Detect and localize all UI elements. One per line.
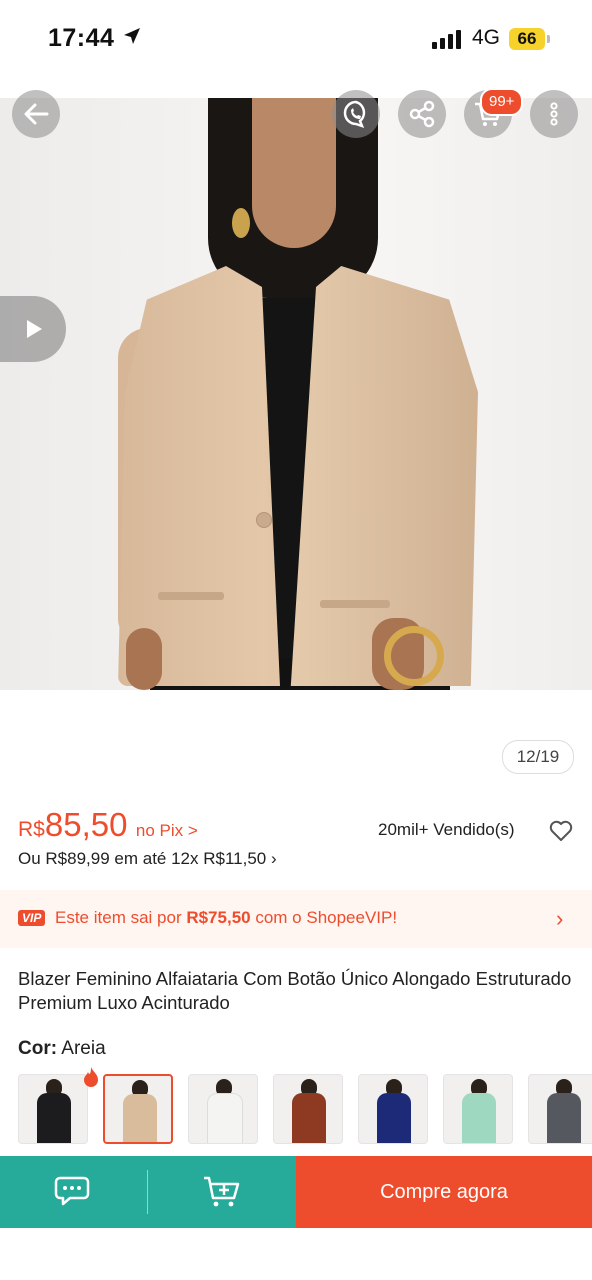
variant-swatch-navy[interactable]: [358, 1074, 428, 1144]
variant-swatch-mint[interactable]: [443, 1074, 513, 1144]
vip-badge-icon: VIP: [18, 910, 46, 926]
back-button[interactable]: [12, 90, 60, 138]
variant-swatch-rust[interactable]: [273, 1074, 343, 1144]
cellular-signal-icon: [432, 29, 464, 54]
variant-swatch-black[interactable]: [18, 1074, 88, 1144]
add-cart-icon: [204, 1176, 240, 1207]
more-options-button[interactable]: [530, 90, 578, 138]
battery-indicator: 66: [509, 28, 545, 50]
installments-link[interactable]: Ou R$89,99 em até 12x R$11,50 ›: [18, 849, 277, 869]
battery-cap: [547, 35, 550, 43]
chat-button[interactable]: [0, 1156, 148, 1228]
location-arrow-icon: [122, 26, 142, 51]
sold-count: 20mil+ Vendido(s): [378, 820, 515, 839]
whatsapp-share-button[interactable]: [332, 90, 380, 138]
variant-label: Cor: Areia: [18, 1038, 106, 1059]
status-time: 17:44: [48, 24, 115, 52]
bottom-action-bar: Compre agora: [0, 1156, 592, 1228]
arrow-left-icon: [24, 103, 49, 125]
play-video-button[interactable]: [0, 296, 66, 362]
share-button[interactable]: [398, 90, 446, 138]
share-icon: [409, 100, 435, 128]
product-title: Blazer Feminino Alfaiataria Com Botão Ún…: [18, 968, 572, 1013]
cart-count-badge: 99+: [480, 88, 524, 116]
add-to-cart-button[interactable]: [148, 1156, 296, 1228]
network-type: 4G: [472, 26, 501, 49]
price-value: 85,50: [44, 806, 128, 843]
favorite-heart-icon[interactable]: [549, 820, 573, 847]
chevron-right-icon: ›: [556, 906, 564, 931]
price-currency: R$: [18, 818, 45, 841]
vip-text: Este item sai por R$75,50 com o ShopeeVI…: [55, 908, 398, 927]
buy-now-button[interactable]: Compre agora: [296, 1156, 592, 1228]
chat-icon: [54, 1176, 90, 1206]
variant-swatch-list: [18, 1074, 592, 1146]
whatsapp-icon: [343, 100, 366, 129]
shopee-vip-banner[interactable]: VIP Este item sai por R$75,50 com o Shop…: [0, 890, 592, 948]
price-row[interactable]: R$85,50 no Pix >: [18, 806, 198, 844]
fire-icon: [82, 1066, 100, 1093]
more-vertical-icon: [550, 102, 558, 126]
status-bar: 17:44 4G 66: [0, 0, 592, 78]
variant-selected: Areia: [61, 1038, 106, 1059]
variant-swatch-white[interactable]: [188, 1074, 258, 1144]
vip-price: R$75,50: [186, 908, 251, 927]
product-image[interactable]: [0, 98, 592, 690]
pix-link[interactable]: no Pix >: [136, 821, 198, 840]
image-counter: 12/19: [502, 740, 574, 774]
variant-swatch-gray[interactable]: [528, 1074, 592, 1144]
play-icon: [27, 320, 42, 338]
variant-swatch-sand[interactable]: [103, 1074, 173, 1144]
